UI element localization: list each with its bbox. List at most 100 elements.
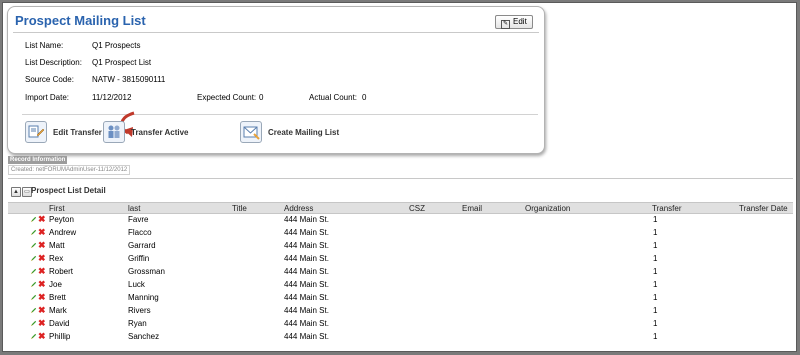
actions-divider xyxy=(22,114,538,115)
delete-row-icon[interactable]: ✖ xyxy=(38,293,46,302)
edit-transfer-label: Edit Transfer xyxy=(53,127,102,137)
cell-address: 444 Main St. xyxy=(284,319,329,328)
cell-address: 444 Main St. xyxy=(284,241,329,250)
edit-icon: ✎ xyxy=(501,20,510,29)
table-row: ✖ Rex Griffin 444 Main St. 1 xyxy=(8,252,793,265)
table-row: ✖ Andrew Flacco 444 Main St. 1 xyxy=(8,226,793,239)
cell-last: Sanchez xyxy=(128,332,160,341)
delete-row-icon[interactable]: ✖ xyxy=(38,306,46,315)
delete-row-icon[interactable]: ✖ xyxy=(38,280,46,289)
cell-first: Mark xyxy=(49,306,67,315)
cell-transfer: 1 xyxy=(653,319,658,328)
transfer-active-action[interactable]: Transfer Active xyxy=(103,121,189,143)
cell-address: 444 Main St. xyxy=(284,228,329,237)
expected-count-label: Expected Count: xyxy=(197,93,257,102)
cell-first: Rex xyxy=(49,254,64,263)
table-row: ✖ Phillip Sanchez 444 Main St. 1 xyxy=(8,330,793,343)
edit-row-pencil-icon[interactable] xyxy=(30,320,37,327)
cell-transfer: 1 xyxy=(653,267,658,276)
delete-row-icon[interactable]: ✖ xyxy=(38,228,46,237)
cell-last: Favre xyxy=(128,215,149,224)
edit-row-pencil-icon[interactable] xyxy=(30,333,37,340)
expected-count-value: 0 xyxy=(259,93,264,102)
cell-address: 444 Main St. xyxy=(284,254,329,263)
col-email[interactable]: Email xyxy=(462,204,482,213)
collapse-toggle-icon[interactable]: ▲ xyxy=(11,187,21,197)
record-information-header: Record Information xyxy=(8,156,68,164)
delete-row-icon[interactable]: ✖ xyxy=(38,215,46,224)
cell-last: Luck xyxy=(128,280,145,289)
delete-row-icon[interactable]: ✖ xyxy=(38,319,46,328)
cell-first: Matt xyxy=(49,241,65,250)
cell-last: Griffin xyxy=(128,254,150,263)
edit-row-pencil-icon[interactable] xyxy=(30,229,37,236)
cell-transfer: 1 xyxy=(653,293,658,302)
cell-transfer: 1 xyxy=(653,254,658,263)
record-created-value: Created: netFORUMAdminUser-11/12/2012 xyxy=(8,165,131,175)
col-organization[interactable]: Organization xyxy=(525,204,570,213)
source-code-label: Source Code: xyxy=(25,75,74,84)
edit-transfer-action[interactable]: Edit Transfer xyxy=(25,121,102,143)
transfer-active-icon xyxy=(103,121,125,143)
col-first[interactable]: First xyxy=(49,204,65,213)
list-name-value: Q1 Prospects xyxy=(92,41,141,50)
cell-address: 444 Main St. xyxy=(284,215,329,224)
cell-last: Manning xyxy=(128,293,159,302)
cell-transfer: 1 xyxy=(653,306,658,315)
col-title[interactable]: Title xyxy=(232,204,247,213)
cell-first: Phillip xyxy=(49,332,71,341)
table-row: ✖ Brett Manning 444 Main St. 1 xyxy=(8,291,793,304)
col-last[interactable]: last xyxy=(128,204,140,213)
delete-row-icon[interactable]: ✖ xyxy=(38,267,46,276)
cell-address: 444 Main St. xyxy=(284,267,329,276)
table-row: ✖ Peyton Favre 444 Main St. 1 xyxy=(8,213,793,226)
delete-row-icon[interactable]: ✖ xyxy=(38,241,46,250)
cell-address: 444 Main St. xyxy=(284,293,329,302)
cell-address: 444 Main St. xyxy=(284,332,329,341)
col-transfer[interactable]: Transfer xyxy=(652,204,682,213)
table-row: ✖ David Ryan 444 Main St. 1 xyxy=(8,317,793,330)
source-code-value: NATW - 3815090111 xyxy=(92,75,166,84)
import-date-label: Import Date: xyxy=(25,93,70,102)
col-csz[interactable]: CSZ xyxy=(409,204,425,213)
table-row: ✖ Robert Grossman 444 Main St. 1 xyxy=(8,265,793,278)
cell-last: Flacco xyxy=(128,228,152,237)
cell-last: Grossman xyxy=(128,267,165,276)
edit-transfer-icon xyxy=(25,121,47,143)
edit-row-pencil-icon[interactable] xyxy=(30,268,37,275)
list-description-label: List Description: xyxy=(25,58,82,67)
cell-first: Joe xyxy=(49,280,62,289)
cell-transfer: 1 xyxy=(653,228,658,237)
cell-last: Garrard xyxy=(128,241,156,250)
import-date-value: 11/12/2012 xyxy=(92,93,132,102)
edit-row-pencil-icon[interactable] xyxy=(30,216,37,223)
edit-button-label: Edit xyxy=(513,17,527,26)
cell-first: Robert xyxy=(49,267,74,276)
cell-first: Andrew xyxy=(49,228,77,237)
edit-button[interactable]: ✎ Edit xyxy=(495,15,533,29)
list-name-label: List Name: xyxy=(25,41,64,50)
edit-row-pencil-icon[interactable] xyxy=(30,307,37,314)
col-address[interactable]: Address xyxy=(284,204,313,213)
edit-row-pencil-icon[interactable] xyxy=(30,281,37,288)
table-row: ✖ Matt Garrard 444 Main St. 1 xyxy=(8,239,793,252)
delete-row-icon[interactable]: ✖ xyxy=(38,332,46,341)
cell-first: Peyton xyxy=(49,215,74,224)
title-divider xyxy=(13,32,539,33)
cell-transfer: 1 xyxy=(653,215,658,224)
cell-last: Ryan xyxy=(128,319,147,328)
edit-row-pencil-icon[interactable] xyxy=(30,255,37,262)
page-title: Prospect Mailing List xyxy=(15,13,146,28)
cell-transfer: 1 xyxy=(653,241,658,250)
cell-transfer: 1 xyxy=(653,332,658,341)
col-transfer-date[interactable]: Transfer Date xyxy=(739,204,788,213)
edit-row-pencil-icon[interactable] xyxy=(30,242,37,249)
edit-row-pencil-icon[interactable] xyxy=(30,294,37,301)
cell-address: 444 Main St. xyxy=(284,306,329,315)
delete-row-icon[interactable]: ✖ xyxy=(38,254,46,263)
cell-transfer: 1 xyxy=(653,280,658,289)
create-mailing-list-action[interactable]: Create Mailing List xyxy=(240,121,339,143)
cell-last: Rivers xyxy=(128,306,151,315)
cell-first: David xyxy=(49,319,70,328)
list-description-value: Q1 Prospect List xyxy=(92,58,152,67)
